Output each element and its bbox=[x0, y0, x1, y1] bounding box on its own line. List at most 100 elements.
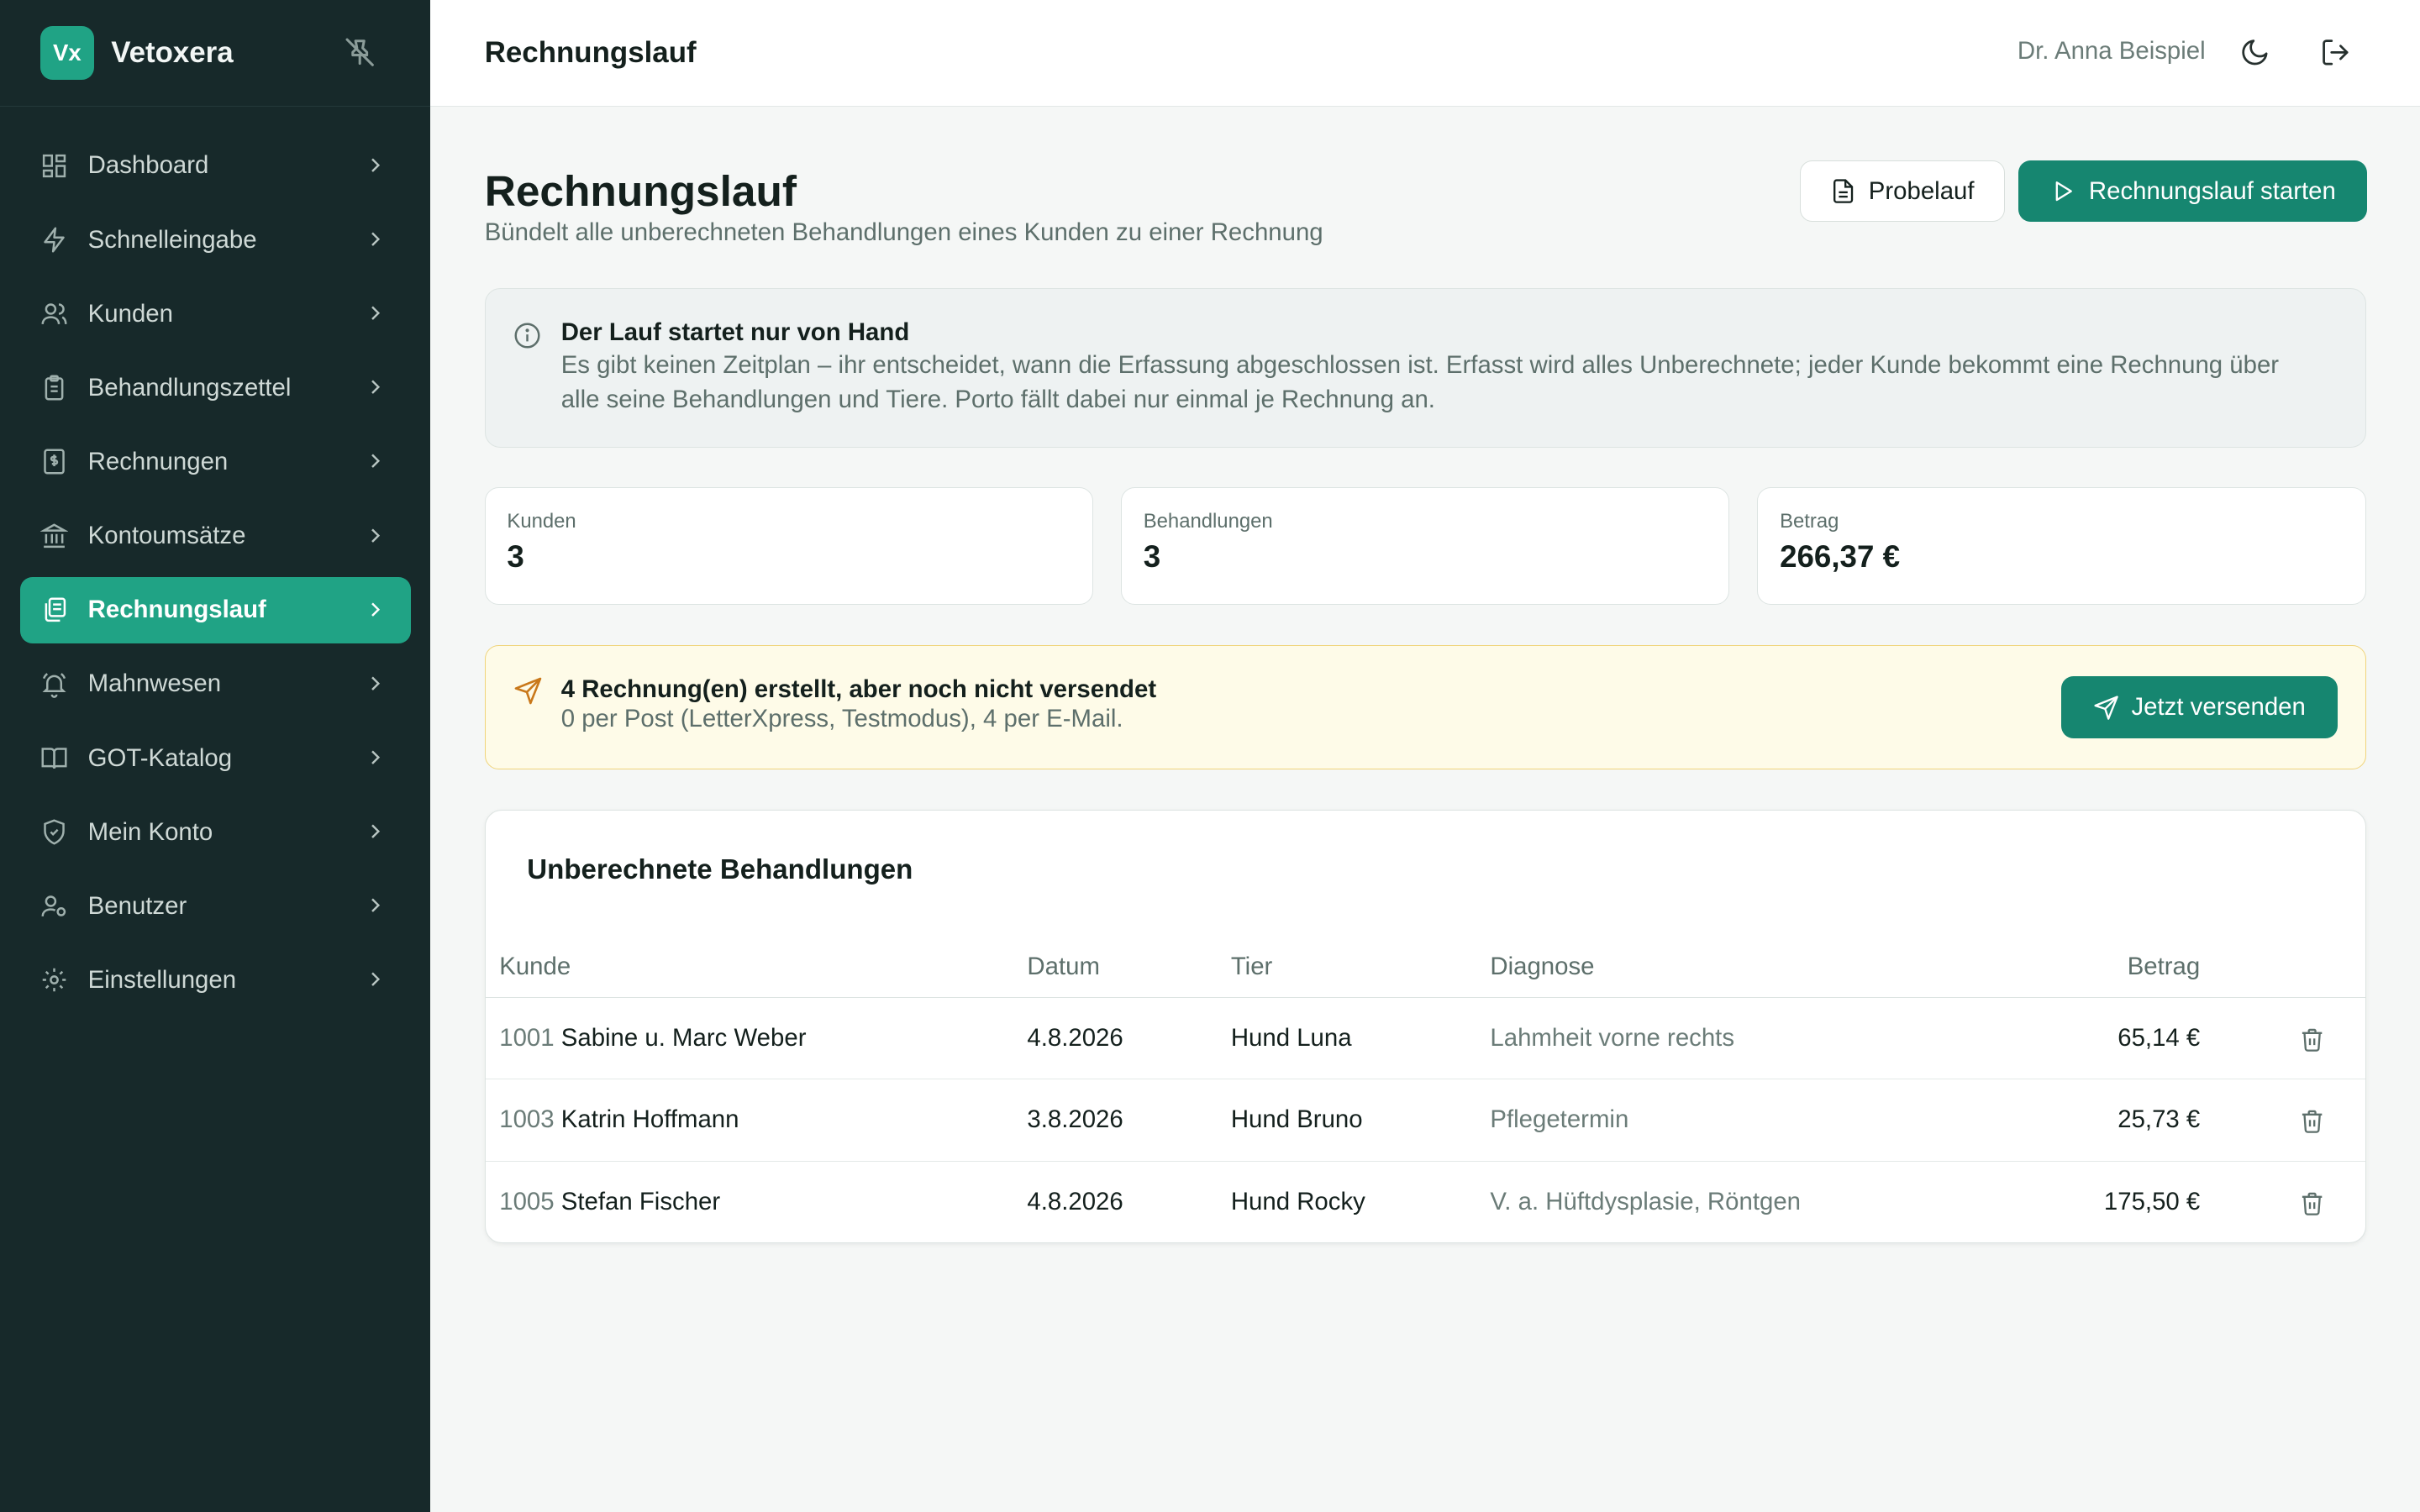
lightning-icon bbox=[44, 227, 65, 253]
shield-icon bbox=[44, 819, 65, 845]
clipboard-icon bbox=[45, 375, 64, 401]
column-header-tier[interactable]: Tier bbox=[1230, 937, 1491, 998]
stat-value: 266,37 € bbox=[1780, 539, 1901, 575]
stats-row: Kunden 3 Behandlungen 3 Betrag 266,37 € bbox=[484, 487, 2366, 605]
cell-kunde: 1003 Katrin Hoffmann bbox=[485, 1079, 1028, 1162]
cell-betrag: 175,50 € bbox=[2103, 1188, 2201, 1216]
column-header-diagnose[interactable]: Diagnose bbox=[1490, 937, 1881, 998]
sidebar-nav: Dashboard Schnelleingabe Kunden Behandlu… bbox=[0, 107, 430, 1014]
sidebar-item-label: Behandlungszettel bbox=[87, 373, 292, 402]
sidebar-item-einstellungen[interactable]: Einstellungen bbox=[20, 947, 411, 1013]
chevron-right-icon bbox=[371, 972, 380, 987]
chevron-right-icon bbox=[371, 454, 380, 469]
rechnungslauf-starten-button[interactable]: Rechnungslauf starten bbox=[2018, 160, 2368, 223]
customer-number: 1003 bbox=[499, 1105, 555, 1134]
cell-betrag: 65,14 € bbox=[1881, 997, 2201, 1080]
customer-number: 1005 bbox=[499, 1188, 555, 1216]
cell-diagnose: Lahmheit vorne rechts bbox=[1490, 997, 1881, 1080]
sidebar-item-kunden[interactable]: Kunden bbox=[20, 281, 411, 347]
column-header-betrag[interactable]: Betrag bbox=[1881, 937, 2201, 998]
cell-datum: 4.8.2026 bbox=[1027, 1188, 1123, 1216]
trash-icon[interactable] bbox=[2299, 1190, 2325, 1216]
stat-label: Behandlungen bbox=[1143, 510, 1273, 533]
customer-name: Katrin Hoffmann bbox=[560, 1105, 739, 1134]
stat-value: 3 bbox=[507, 539, 524, 575]
sidebar-item-mahnwesen[interactable]: Mahnwesen bbox=[20, 651, 411, 717]
bell-icon bbox=[42, 673, 66, 698]
sidebar-item-label: Rechnungen bbox=[87, 447, 229, 475]
info-icon bbox=[514, 323, 540, 349]
sidebar-item-kontoumsaetze[interactable]: Kontoumsätze bbox=[20, 503, 411, 570]
sidebar-item-label: GOT-Katalog bbox=[87, 743, 233, 772]
table-row[interactable]: 1001 Sabine u. Marc Weber 4.8.2026 Hund … bbox=[485, 997, 2365, 1080]
chevron-right-icon bbox=[371, 898, 380, 913]
unbilled-treatments-card: Unberechnete Behandlungen Kunde Datum Ti… bbox=[484, 810, 2366, 1244]
sidebar: Vx Vetoxera Dashboard Schnelleingabe Kun… bbox=[0, 0, 431, 1512]
sidebar-item-behandlungszettel[interactable]: Behandlungszettel bbox=[20, 354, 411, 421]
gear-icon bbox=[42, 969, 66, 992]
cell-datum: 3.8.2026 bbox=[1027, 1079, 1231, 1162]
customer-name: Stefan Fischer bbox=[560, 1188, 721, 1216]
unsent-invoices-alert: 4 Rechnung(en) erstellt, aber noch nicht… bbox=[484, 644, 2366, 770]
sidebar-item-rechnungen[interactable]: Rechnungen bbox=[20, 429, 411, 496]
content: Rechnungslauf Bündelt alle unberechneten… bbox=[430, 107, 2420, 1244]
chevron-right-icon bbox=[371, 528, 380, 543]
probelauf-label: Probelauf bbox=[1868, 176, 1975, 205]
book-icon bbox=[41, 748, 67, 769]
cell-actions bbox=[2200, 1161, 2365, 1242]
stat-label: Betrag bbox=[1780, 510, 1839, 533]
trash-icon[interactable] bbox=[2299, 1026, 2325, 1053]
send-icon bbox=[2094, 695, 2118, 720]
sidebar-item-got-katalog[interactable]: GOT-Katalog bbox=[20, 725, 411, 791]
brand-name: Vetoxera bbox=[111, 35, 234, 69]
sidebar-item-label: Rechnungslauf bbox=[87, 596, 266, 624]
jetzt-versenden-button[interactable]: Jetzt versenden bbox=[2060, 676, 2338, 738]
column-header-kunde[interactable]: Kunde bbox=[485, 937, 1028, 998]
chevron-right-icon bbox=[371, 158, 380, 172]
table-row[interactable]: 1005 Stefan Fischer 4.8.2026 Hund Rocky … bbox=[486, 1161, 2365, 1242]
user-name[interactable]: Dr. Anna Beispiel bbox=[2018, 37, 2206, 66]
sidebar-item-rechnungslauf[interactable]: Rechnungslauf bbox=[19, 576, 411, 643]
stat-card-behandlungen: Behandlungen 3 bbox=[1121, 487, 1730, 605]
sidebar-item-label: Kontoumsätze bbox=[87, 522, 246, 550]
page-subtitle: Bündelt alle unberechneten Behandlungen … bbox=[484, 218, 1323, 247]
chevron-right-icon bbox=[371, 380, 380, 395]
probelauf-button[interactable]: Probelauf bbox=[1799, 160, 2005, 223]
table-title: Unberechnete Behandlungen bbox=[527, 853, 913, 885]
sidebar-item-label: Mahnwesen bbox=[87, 669, 222, 698]
logo: Vx bbox=[39, 25, 95, 80]
table-row[interactable]: 1003 Katrin Hoffmann 3.8.2026 Hund Bruno… bbox=[485, 1079, 2365, 1162]
column-header-actions bbox=[2200, 937, 2365, 998]
stat-card-betrag: Betrag 266,37 € bbox=[1757, 487, 2366, 605]
sidebar-item-dashboard[interactable]: Dashboard bbox=[20, 133, 411, 199]
cell-tier: Hund Bruno bbox=[1230, 1079, 1491, 1162]
cell-actions bbox=[2200, 1079, 2365, 1162]
sidebar-item-benutzer[interactable]: Benutzer bbox=[20, 873, 411, 939]
logout-icon[interactable] bbox=[2320, 37, 2351, 68]
trash-icon[interactable] bbox=[2299, 1108, 2325, 1134]
cell-tier: Hund Luna bbox=[1230, 997, 1491, 1080]
invoice-icon bbox=[44, 449, 65, 475]
chevron-right-icon bbox=[371, 306, 380, 320]
sidebar-item-schnelleingabe[interactable]: Schnelleingabe bbox=[20, 207, 411, 273]
rechnungslauf-starten-label: Rechnungslauf starten bbox=[2088, 176, 2336, 205]
cell-datum: 4.8.2026 bbox=[1027, 997, 1231, 1080]
sidebar-item-label: Mein Konto bbox=[87, 817, 213, 846]
chevron-right-icon bbox=[371, 824, 380, 838]
sidebar-item-label: Einstellungen bbox=[87, 965, 237, 994]
stat-value: 3 bbox=[1143, 539, 1161, 575]
sidebar-item-label: Dashboard bbox=[87, 151, 209, 180]
chevron-right-icon bbox=[371, 232, 380, 246]
table-header-row: Kunde Datum Tier Diagnose Betrag bbox=[485, 937, 2365, 998]
stat-label: Kunden bbox=[507, 510, 576, 533]
treatments-table: Kunde Datum Tier Diagnose Betrag 1001 Sa… bbox=[485, 937, 2365, 1243]
user-gear-icon bbox=[41, 895, 66, 917]
sidebar-item-mein-konto[interactable]: Mein Konto bbox=[20, 799, 411, 865]
column-header-datum[interactable]: Datum bbox=[1027, 937, 1231, 998]
customer-name: Sabine u. Marc Weber bbox=[560, 1024, 807, 1053]
info-box: Der Lauf startet nur von Hand Es gibt ke… bbox=[484, 288, 2366, 448]
moon-icon[interactable] bbox=[2239, 37, 2270, 68]
topbar: Rechnungslauf Dr. Anna Beispiel bbox=[430, 0, 2420, 107]
unpin-icon[interactable] bbox=[343, 35, 376, 69]
chevron-right-icon bbox=[371, 750, 380, 764]
